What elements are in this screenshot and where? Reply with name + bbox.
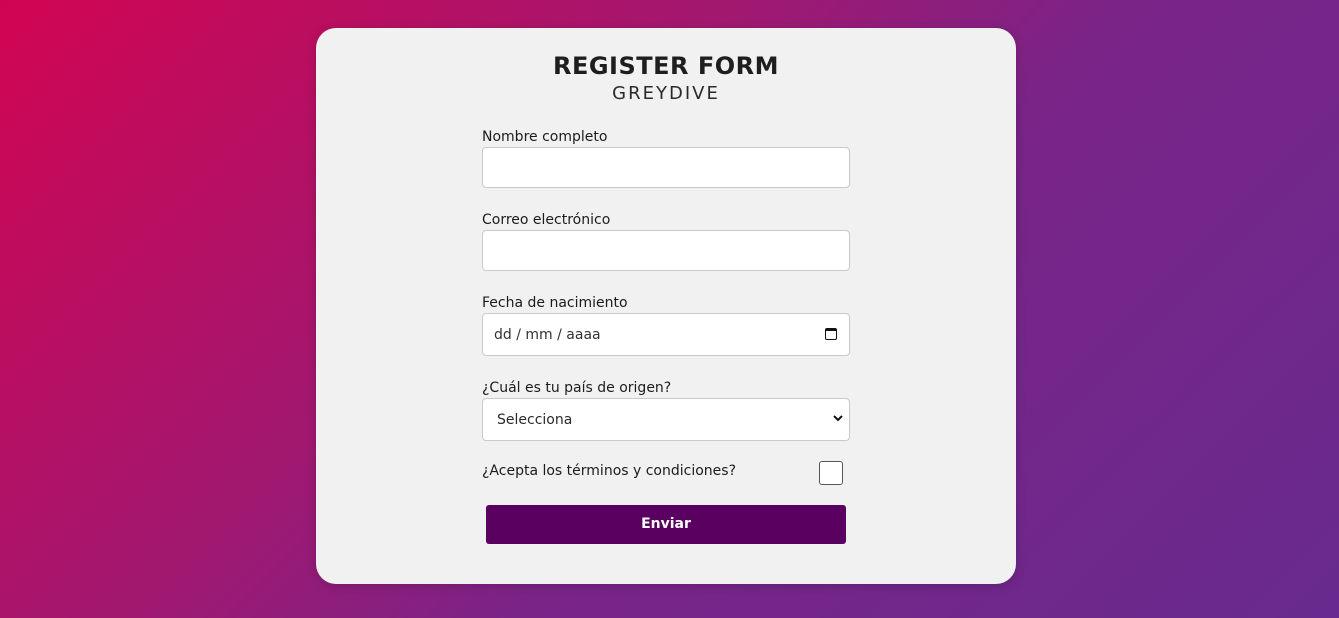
country-selected-value: Selecciona: [497, 412, 573, 428]
full-name-label: Nombre completo: [482, 129, 608, 145]
full-name-input[interactable]: [482, 147, 850, 188]
email-input[interactable]: [482, 230, 850, 271]
register-form-card: REGISTER FORM GREYDIVE Nombre completo C…: [316, 28, 1016, 584]
birthdate-label: Fecha de nacimiento: [482, 295, 628, 311]
chevron-down-icon: [833, 415, 843, 422]
calendar-icon[interactable]: [825, 328, 837, 340]
terms-label: ¿Acepta los términos y condiciones?: [482, 463, 737, 479]
email-label: Correo electrónico: [482, 212, 611, 228]
submit-button[interactable]: Enviar: [486, 505, 846, 544]
form-subtitle: GREYDIVE: [612, 83, 720, 104]
birthdate-placeholder: dd / mm / aaaa: [494, 327, 601, 343]
country-select[interactable]: Selecciona: [482, 398, 850, 441]
terms-checkbox[interactable]: [819, 461, 843, 485]
country-label: ¿Cuál es tu país de origen?: [482, 380, 672, 396]
form-title: REGISTER FORM: [552, 52, 780, 80]
birthdate-input[interactable]: dd / mm / aaaa: [482, 313, 850, 356]
